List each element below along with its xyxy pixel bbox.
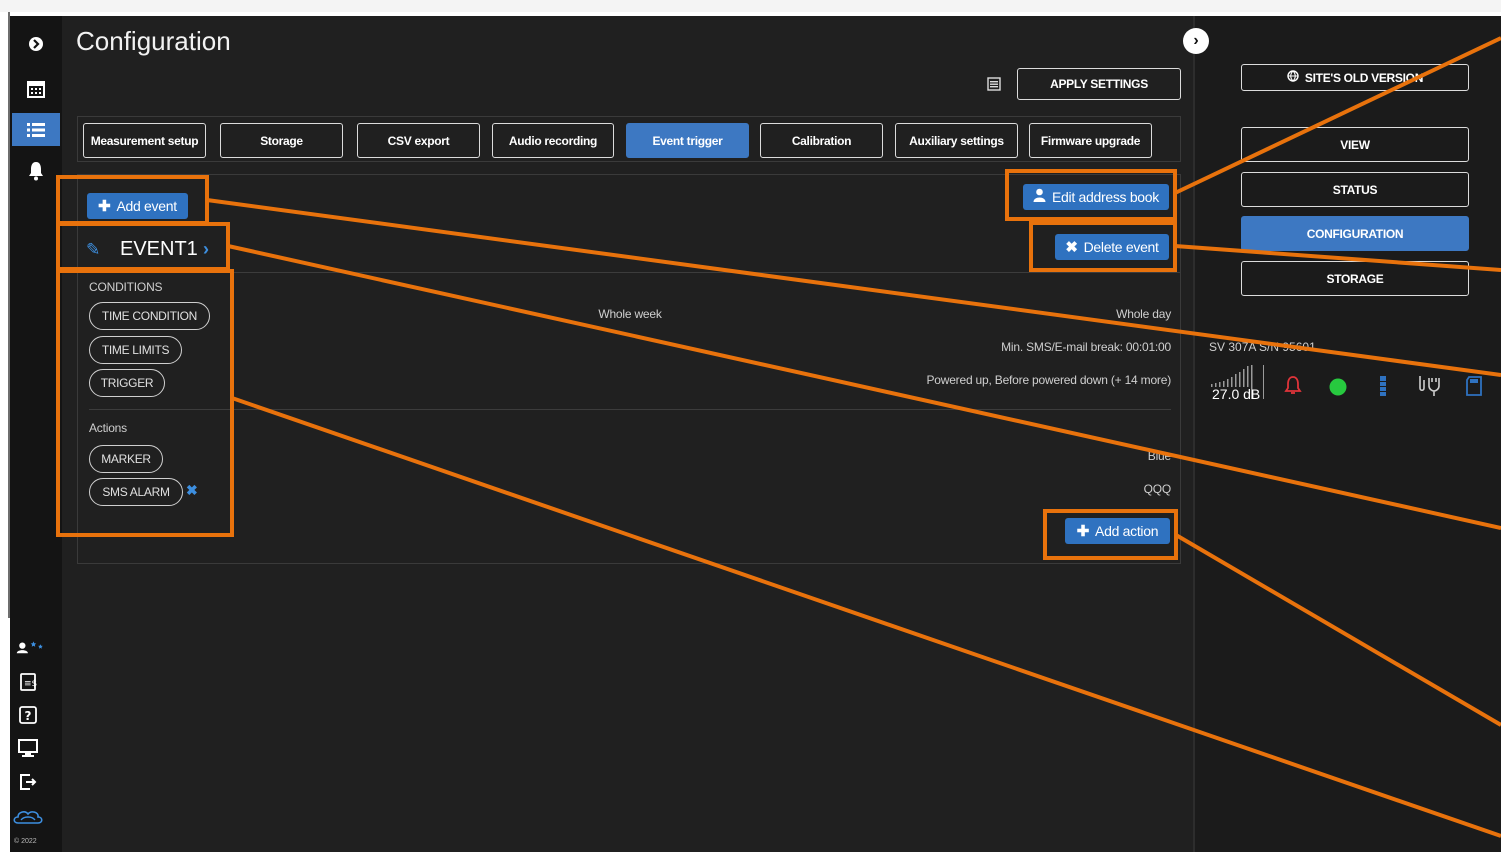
- tab-audio-recording[interactable]: Audio recording: [492, 123, 614, 158]
- pencil-icon[interactable]: ✎: [86, 240, 100, 260]
- remove-action-icon[interactable]: ✖: [186, 482, 198, 499]
- edit-address-book-label: Edit address book: [1052, 189, 1159, 205]
- plus-icon: ✚: [98, 198, 111, 215]
- calendar-icon[interactable]: [20, 74, 52, 104]
- sms-alarm-value: QQQ: [1143, 482, 1172, 496]
- tab-measurement-setup[interactable]: Measurement setup: [83, 123, 206, 158]
- power-plug-icon: [1419, 376, 1440, 396]
- event-name: EVENT1: [120, 238, 198, 260]
- conditions-heading: CONDITIONS: [89, 280, 163, 294]
- header-divider: [78, 272, 1180, 273]
- list-icon[interactable]: [12, 113, 60, 146]
- add-event-button[interactable]: ✚ Add event: [87, 193, 188, 219]
- nav-status-button[interactable]: STATUS: [1241, 172, 1469, 207]
- trigger-value: Powered up, Before powered down (+ 14 mo…: [926, 373, 1171, 387]
- help-icon[interactable]: ?: [12, 700, 44, 730]
- add-event-label: Add event: [116, 198, 177, 214]
- logout-icon[interactable]: [12, 767, 44, 797]
- actions-heading: Actions: [89, 421, 127, 435]
- add-action-button[interactable]: ✚ Add action: [1065, 518, 1170, 544]
- monitor-icon[interactable]: [12, 733, 44, 763]
- time-condition-pill[interactable]: TIME CONDITION: [89, 302, 210, 330]
- sd-card-icon: [1466, 376, 1482, 396]
- device-serial: SV 307A S/N 95601: [1209, 340, 1316, 354]
- edit-address-book-button[interactable]: Edit address book: [1023, 184, 1169, 210]
- trigger-pill[interactable]: TRIGGER: [89, 369, 165, 397]
- event-editor: [77, 174, 1181, 564]
- marker-pill[interactable]: MARKER: [89, 445, 163, 473]
- globe-icon: [1287, 70, 1299, 85]
- user-star-icon[interactable]: [14, 632, 46, 662]
- page-title: Configuration: [76, 26, 231, 56]
- time-condition-week: Whole week: [598, 307, 662, 321]
- delete-event-label: Delete event: [1083, 239, 1159, 255]
- user-icon: [1033, 188, 1046, 206]
- tab-auxiliary-settings[interactable]: Auxiliary settings: [895, 123, 1018, 158]
- time-condition-day: Whole day: [1116, 307, 1171, 321]
- nav-view-button[interactable]: VIEW: [1241, 127, 1469, 162]
- old-version-label: SITE'S OLD VERSION: [1304, 70, 1424, 85]
- tab-storage[interactable]: Storage: [220, 123, 343, 158]
- document-list-icon[interactable]: [987, 77, 1001, 91]
- device-status-row: 27.0 dB: [1209, 364, 1501, 404]
- top-strip: [0, 0, 1501, 12]
- svg-text:≡$: ≡$: [24, 679, 37, 689]
- status-dot-icon: [1329, 378, 1347, 396]
- tab-event-trigger[interactable]: Event trigger: [626, 123, 749, 158]
- time-limits-value: Min. SMS/E-mail break: 00:01:00: [1001, 340, 1171, 354]
- nav-storage-button[interactable]: STORAGE: [1241, 261, 1469, 296]
- copyright: © 2022: [14, 838, 37, 845]
- cloud-icon[interactable]: [12, 802, 44, 832]
- tab-csv-export[interactable]: CSV export: [357, 123, 480, 158]
- conditions-divider: [89, 409, 1171, 410]
- plus-icon: ✚: [1076, 523, 1090, 540]
- add-action-label: Add action: [1095, 523, 1159, 539]
- chevron-right-icon[interactable]: ›: [203, 239, 209, 260]
- nav-configuration-button[interactable]: CONFIGURATION: [1241, 216, 1469, 251]
- delete-event-button[interactable]: ✖ Delete event: [1055, 234, 1169, 260]
- bell-icon[interactable]: [20, 156, 52, 186]
- close-icon: ✖: [1065, 239, 1078, 256]
- battery-icon: [1380, 376, 1386, 396]
- marker-value: Blue: [1147, 449, 1171, 463]
- apply-settings-button[interactable]: APPLY SETTINGS: [1017, 68, 1181, 100]
- tab-firmware-upgrade[interactable]: Firmware upgrade: [1029, 123, 1152, 158]
- alarm-bell-icon: [1284, 376, 1302, 394]
- export-icon[interactable]: ≡$: [12, 667, 44, 697]
- signal-level: 27.0 dB: [1212, 386, 1261, 402]
- tab-calibration[interactable]: Calibration: [760, 123, 883, 158]
- collapse-icon[interactable]: [20, 29, 52, 59]
- time-limits-pill[interactable]: TIME LIMITS: [89, 336, 182, 364]
- svg-text:?: ?: [25, 709, 32, 723]
- old-version-button[interactable]: SITE'S OLD VERSION: [1241, 64, 1469, 91]
- sms-alarm-pill[interactable]: SMS ALARM: [89, 478, 183, 506]
- chevron-right-circle-icon[interactable]: ›: [1183, 28, 1209, 54]
